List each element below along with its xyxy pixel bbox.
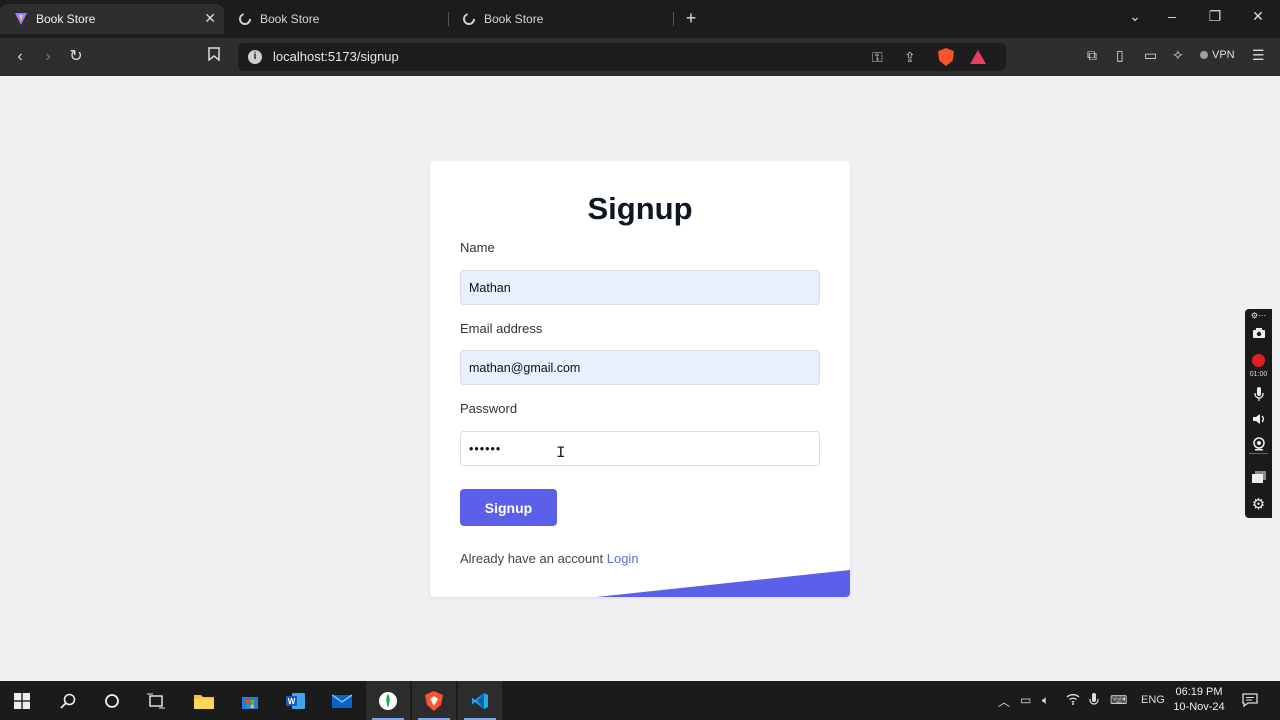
brave-shield-icon[interactable] [938, 48, 954, 66]
text-cursor-icon: I [556, 444, 566, 462]
restore-icon[interactable]: ❐ [1204, 8, 1226, 25]
tab-book-store-3[interactable]: Book Store [448, 4, 672, 34]
password-input[interactable] [460, 431, 820, 466]
name-input[interactable] [460, 270, 820, 305]
screenshots-gallery-icon[interactable] [1245, 471, 1272, 486]
login-prompt-text: Already have an account [460, 551, 604, 566]
svg-text:W: W [288, 697, 296, 706]
password-key-icon[interactable]: ⚿ [872, 49, 883, 66]
recorder-options-icon[interactable]: ⚙⋯ [1245, 311, 1272, 320]
mongodb-compass-icon[interactable] [366, 681, 410, 720]
login-link[interactable]: Login [607, 551, 639, 566]
webcam-icon[interactable] [1245, 437, 1272, 454]
volume-icon[interactable]: 🔈︎ [1042, 693, 1049, 708]
recorder-settings-gear-icon[interactable]: ⚙ [1245, 495, 1272, 513]
microphone-tray-icon[interactable] [1089, 693, 1099, 710]
menu-hamburger-icon[interactable]: ☰ [1252, 47, 1265, 64]
site-info-icon[interactable]: i [248, 50, 262, 64]
forward-arrow-icon[interactable]: › [38, 47, 58, 67]
close-tab-icon[interactable]: ✕ [204, 10, 216, 27]
tab-search-chevron-icon[interactable]: ⌄ [1124, 8, 1146, 25]
page-title: Signup [587, 191, 693, 226]
task-view-icon[interactable] [134, 681, 178, 720]
browser-tab-strip: Book Store ✕ Book Store Book Store + ⌄ –… [0, 0, 1280, 38]
tab-title: Book Store [260, 12, 320, 26]
cortana-icon[interactable] [90, 681, 134, 720]
clock-time: 06:19 PM [1175, 686, 1223, 698]
signup-button[interactable]: Signup [460, 489, 557, 526]
password-label: Password [460, 401, 518, 416]
brave-browser-icon[interactable] [412, 681, 456, 720]
windows-start-icon[interactable] [0, 681, 44, 720]
clock-date: 10-Nov-24 [1173, 701, 1225, 713]
address-bar[interactable]: i localhost:5173/signup ⚿ ⇪ [238, 43, 1006, 71]
microsoft-store-icon[interactable] [228, 681, 272, 720]
decorative-accent-wedge [596, 570, 850, 597]
vite-favicon-icon [14, 12, 28, 26]
battery-icon[interactable]: ▭ [1020, 693, 1031, 707]
record-icon[interactable] [1252, 354, 1265, 367]
tab-separator [673, 12, 674, 26]
brave-rewards-icon[interactable] [970, 50, 986, 64]
recorder-divider [1249, 453, 1268, 454]
browser-toolbar: ‹ › ↻ i localhost:5173/signup ⚿ ⇪ ⧉ ▯ ▭ … [0, 38, 1280, 76]
email-label: Email address [460, 321, 543, 336]
search-icon[interactable] [46, 681, 90, 720]
tab-book-store-2[interactable]: Book Store [224, 4, 448, 34]
leo-ai-icon[interactable]: ✧ [1172, 47, 1184, 64]
new-tab-plus-icon[interactable]: + [680, 7, 702, 29]
reload-icon[interactable]: ↻ [66, 47, 86, 67]
file-explorer-icon[interactable] [182, 681, 226, 720]
windows-taskbar: W ︿ ▭ 🔈︎ ⌨ ENG 06:19 PM 10-Nov-24 [0, 681, 1280, 720]
show-hidden-icons-chevron-icon[interactable]: ︿ [998, 693, 1010, 710]
wifi-icon[interactable] [1066, 693, 1080, 708]
speaker-icon[interactable] [1245, 413, 1272, 428]
vpn-button[interactable]: VPN [1200, 49, 1235, 61]
login-prompt: Already have an account Login [460, 551, 639, 566]
taskbar-clock[interactable]: 06:19 PM 10-Nov-24 [1170, 685, 1228, 715]
close-window-icon[interactable]: ✕ [1247, 8, 1269, 25]
recording-timer: 01:00 [1249, 371, 1268, 378]
extensions-puzzle-icon[interactable]: ⧉ [1087, 47, 1097, 64]
loading-favicon-icon [462, 12, 476, 26]
bookmark-icon[interactable] [204, 47, 224, 67]
input-language[interactable]: ENG [1141, 694, 1165, 706]
back-arrow-icon[interactable]: ‹ [10, 47, 30, 67]
email-input[interactable] [460, 350, 820, 385]
sidebar-icon[interactable]: ▯ [1116, 47, 1124, 64]
notifications-icon[interactable] [1242, 693, 1258, 710]
wallet-icon[interactable]: ▭ [1144, 47, 1157, 64]
screen-recorder-toolbar: ⚙⋯ 01:00 ⚙ [1245, 309, 1272, 518]
minimize-icon[interactable]: – [1161, 8, 1183, 24]
vpn-status-icon [1200, 51, 1208, 60]
signup-card: Signup Name Email address Password Signu… [430, 161, 850, 597]
vpn-label: VPN [1212, 49, 1235, 61]
tab-book-store-1[interactable]: Book Store ✕ [0, 4, 224, 34]
camera-icon[interactable] [1245, 327, 1272, 342]
tab-title: Book Store [36, 12, 96, 26]
vscode-icon[interactable] [458, 681, 502, 720]
microphone-icon[interactable] [1245, 387, 1272, 404]
microsoft-word-icon[interactable]: W [274, 681, 318, 720]
name-label: Name [460, 240, 495, 255]
touch-keyboard-icon[interactable]: ⌨ [1110, 693, 1127, 707]
loading-favicon-icon [238, 12, 252, 26]
share-icon[interactable]: ⇪ [904, 49, 916, 66]
url-text[interactable]: localhost:5173/signup [273, 49, 399, 64]
mail-icon[interactable] [320, 681, 364, 720]
tab-title: Book Store [484, 12, 544, 26]
